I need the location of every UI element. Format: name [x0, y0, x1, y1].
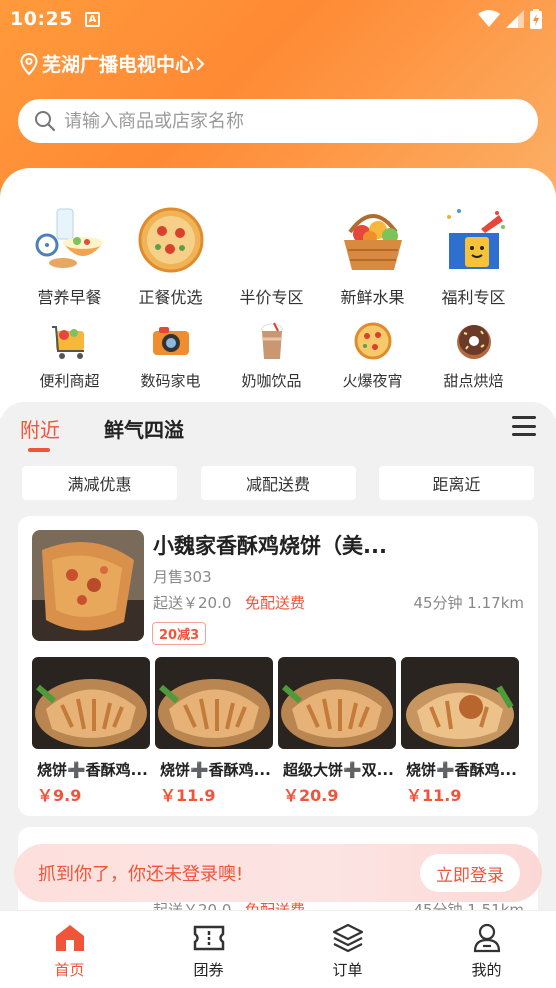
product-list: 烧饼➕香酥鸡... ￥9.9 烧饼➕香酥鸡... ￥11.9 超级大饼➕双...… — [32, 657, 524, 806]
category-digital[interactable]: 数码家电 — [120, 320, 221, 391]
category-panel: 营养早餐 正餐优选 半价专区 新鲜水果 福利专区 便利商超 数码家电 奶咖饮品 … — [0, 168, 556, 418]
shopping-cart-icon — [49, 320, 91, 362]
search-bar[interactable] — [18, 99, 538, 143]
filter-discount[interactable]: 满减优惠 — [22, 466, 177, 500]
product-image — [32, 657, 150, 749]
layers-icon — [332, 923, 363, 953]
product-name: 烧饼➕香酥鸡... — [37, 761, 148, 779]
product-price: ￥9.9 — [37, 786, 82, 805]
shop-free-delivery: 免配送费 — [245, 594, 306, 612]
location-pin-icon — [20, 52, 38, 75]
nav-label: 首页 — [54, 961, 85, 979]
login-prompt: 抓到你了，你还未登录噢! — [38, 864, 244, 885]
product-price: ￥11.9 — [406, 786, 462, 805]
product-item[interactable]: 烧饼➕香酥鸡... ￥9.9 — [32, 657, 150, 806]
fruit-basket-icon — [337, 204, 409, 276]
product-image — [155, 657, 273, 749]
milk-tea-icon — [251, 320, 293, 362]
category-label: 甜点烘焙 — [443, 372, 504, 390]
discount-badge: 20减3 — [152, 622, 207, 645]
shop-min-order: 起送￥20.0 — [153, 594, 232, 612]
chevron-right-icon — [196, 56, 205, 71]
list-tabs: 附近 鲜气四溢 — [20, 414, 228, 452]
product-price: ￥20.9 — [283, 786, 339, 805]
filter-bar: 满减优惠 减配送费 距离近 — [22, 466, 534, 500]
login-banner: 抓到你了，你还未登录噢! 立即登录 — [14, 844, 542, 902]
category-label: 数码家电 — [140, 372, 201, 390]
shop-time-distance: 45分钟 1.17km — [413, 594, 524, 612]
menu-icon[interactable] — [512, 416, 536, 436]
camera-icon — [150, 320, 192, 362]
category-label: 火爆夜宵 — [342, 372, 403, 390]
category-row-secondary: 便利商超 数码家电 奶咖饮品 火爆夜宵 甜点烘焙 — [0, 320, 556, 391]
filter-delivery-fee[interactable]: 减配送费 — [200, 466, 356, 500]
bottom-nav: 首页 团券 订单 我的 — [0, 910, 556, 988]
category-label: 半价专区 — [239, 288, 304, 307]
category-half-price[interactable]: 半价专区 — [221, 204, 322, 308]
ticket-icon — [193, 925, 224, 951]
notification-icon: A — [84, 11, 100, 27]
nav-label: 我的 — [471, 961, 502, 979]
meal-plate-icon — [135, 204, 207, 276]
nav-orders[interactable]: 订单 — [278, 911, 417, 988]
status-time: 10:25 — [10, 8, 73, 30]
nav-coupons[interactable]: 团券 — [139, 911, 278, 988]
wifi-icon — [478, 10, 500, 27]
nav-label: 订单 — [332, 961, 363, 979]
shop-monthly-sales: 月售303 — [153, 568, 212, 586]
half-price-icon — [236, 204, 308, 276]
category-row-primary: 营养早餐 正餐优选 半价专区 新鲜水果 福利专区 — [0, 204, 556, 308]
category-label: 奶咖饮品 — [241, 372, 302, 390]
category-label: 新鲜水果 — [340, 288, 405, 307]
product-price: ￥11.9 — [160, 786, 216, 805]
login-button[interactable]: 立即登录 — [420, 854, 520, 892]
category-label: 福利专区 — [441, 288, 506, 307]
category-milk-coffee[interactable]: 奶咖饮品 — [221, 320, 322, 391]
shop-name: 小魏家香酥鸡烧饼（美... — [153, 534, 387, 558]
category-breakfast[interactable]: 营养早餐 — [19, 204, 120, 308]
location-selector[interactable]: 芜湖广播电视中心 — [20, 50, 210, 77]
product-name: 烧饼➕香酥鸡... — [406, 761, 517, 779]
pizza-icon — [352, 320, 394, 362]
battery-icon — [530, 9, 542, 29]
status-bar: 10:25 A — [0, 0, 556, 38]
category-regular-meal[interactable]: 正餐优选 — [120, 204, 221, 308]
product-item[interactable]: 烧饼➕香酥鸡... ￥11.9 — [401, 657, 519, 806]
product-image — [278, 657, 396, 749]
category-label: 营养早餐 — [37, 288, 102, 307]
search-icon — [35, 111, 56, 132]
breakfast-icon — [34, 204, 106, 276]
nav-home[interactable]: 首页 — [0, 911, 139, 988]
product-name: 烧饼➕香酥鸡... — [160, 761, 271, 779]
tab-fresh[interactable]: 鲜气四溢 — [104, 414, 184, 443]
location-name: 芜湖广播电视中心 — [42, 54, 195, 76]
shop-card[interactable]: 小魏家香酥鸡烧饼（美... 月售303 起送￥20.0 免配送费 45分钟 1.… — [18, 516, 538, 816]
product-item[interactable]: 烧饼➕香酥鸡... ￥11.9 — [155, 657, 273, 806]
category-fresh-fruit[interactable]: 新鲜水果 — [322, 204, 423, 308]
category-dessert[interactable]: 甜点烘焙 — [423, 320, 524, 391]
user-icon — [473, 923, 500, 953]
search-input[interactable] — [64, 110, 484, 132]
category-label: 正餐优选 — [138, 288, 203, 307]
home-icon — [55, 925, 84, 951]
nav-label: 团券 — [193, 961, 224, 979]
category-late-night[interactable]: 火爆夜宵 — [322, 320, 423, 391]
product-name: 超级大饼➕双... — [283, 761, 394, 779]
nav-profile[interactable]: 我的 — [417, 911, 556, 988]
tab-nearby[interactable]: 附近 — [20, 414, 60, 452]
filter-distance[interactable]: 距离近 — [379, 466, 534, 500]
status-icons — [478, 9, 542, 29]
product-item[interactable]: 超级大饼➕双... ￥20.9 — [278, 657, 396, 806]
category-convenience[interactable]: 便利商超 — [19, 320, 120, 391]
signal-icon — [506, 10, 524, 28]
category-welfare[interactable]: 福利专区 — [423, 204, 524, 308]
donut-icon — [453, 320, 495, 362]
product-image — [401, 657, 519, 749]
category-label: 便利商超 — [39, 372, 100, 390]
shop-thumbnail — [32, 530, 144, 641]
gift-box-icon — [438, 204, 510, 276]
